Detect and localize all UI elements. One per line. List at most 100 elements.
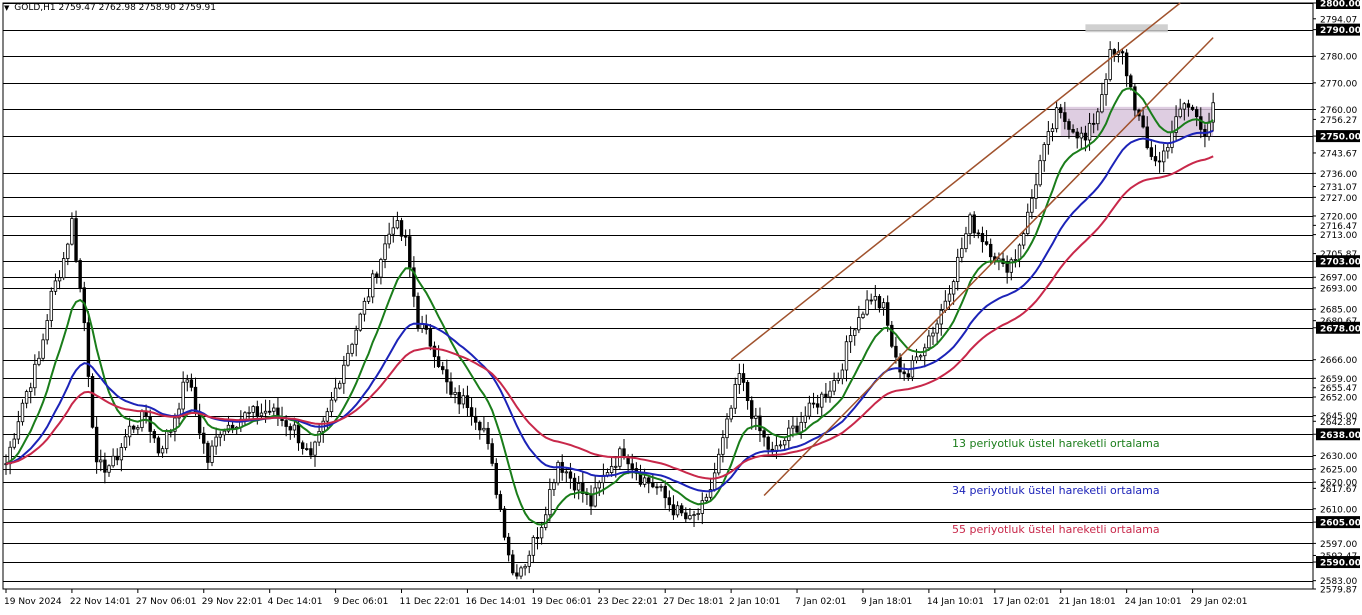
candle-body: [725, 418, 729, 439]
candle: [618, 446, 622, 470]
candle-body: [1038, 160, 1042, 186]
candle-body: [647, 477, 651, 484]
candle-body: [807, 402, 812, 417]
candle-body: [160, 448, 165, 454]
candle-body: [865, 299, 869, 315]
candle-body: [782, 440, 787, 446]
candle-body: [914, 356, 919, 361]
candle-body: [564, 471, 569, 474]
candle-body: [206, 442, 210, 463]
candle-body: [976, 232, 981, 235]
candle-body: [86, 322, 91, 377]
price-tick-label: 2750.00: [1320, 133, 1361, 143]
candle-body: [156, 437, 161, 454]
candle-body: [951, 281, 956, 295]
price-tick-label: 2703.00: [1320, 258, 1361, 268]
candle-body: [428, 329, 433, 347]
candle-body: [107, 465, 111, 473]
candle-body: [408, 236, 412, 269]
candle-body: [1194, 109, 1199, 118]
candle-body: [1153, 156, 1158, 162]
candle-body: [861, 313, 865, 318]
price-tick-label: 2610.00: [1320, 505, 1357, 515]
candle-body: [354, 329, 358, 345]
candle-body: [123, 436, 128, 448]
candle-body: [1063, 112, 1067, 122]
time-tick-label: 29 Nov 22:01: [202, 597, 263, 607]
candle-body: [1079, 132, 1084, 139]
candle-body: [737, 373, 742, 385]
price-tick-label: 2666.00: [1320, 356, 1357, 366]
candle-body: [931, 332, 935, 337]
candle-body: [1059, 107, 1063, 114]
candle-body: [247, 411, 251, 414]
candle-body: [379, 259, 383, 278]
candle-body: [61, 258, 66, 279]
candle-body: [189, 379, 194, 388]
candle-body: [721, 437, 725, 455]
candle-body: [523, 565, 527, 569]
time-tick-label: 23 Dec 22:01: [597, 597, 658, 607]
dropdown-triangle-icon[interactable]: ▼: [4, 4, 9, 12]
candle-body: [795, 425, 799, 433]
candle-body: [609, 466, 614, 473]
candle-body: [383, 243, 387, 260]
candle-body: [1013, 259, 1018, 261]
price-tick-label: 2770.00: [1320, 79, 1357, 89]
candle-body: [511, 554, 515, 574]
candle-body: [622, 448, 626, 458]
candle-body: [478, 421, 482, 431]
candle-body: [506, 536, 511, 556]
candle-body: [1182, 103, 1187, 110]
candle-body: [1112, 49, 1116, 55]
candle-body: [1046, 131, 1051, 145]
price-chart: 13 periyotluk üstel hareketli ortalama 34…: [2, 0, 1361, 607]
candle-body: [519, 567, 523, 577]
candle-body: [366, 296, 371, 302]
candle-body: [342, 364, 346, 384]
candle-body: [449, 381, 453, 395]
candle-body: [692, 514, 696, 517]
candle: [494, 458, 498, 499]
candle-body: [465, 395, 470, 409]
candle-body: [284, 420, 288, 427]
candle-body: [403, 235, 408, 238]
legend-label: 13 periyotluk üstel hareketli ortalama: [952, 437, 1160, 450]
candle-body: [346, 352, 350, 366]
candle-body: [712, 472, 717, 490]
time-tick-label: 27 Dec 18:01: [663, 597, 724, 607]
candle-body: [651, 482, 655, 488]
candle-body: [848, 335, 853, 343]
candle-body: [844, 341, 849, 371]
time-tick-label: 2 Jan 10:01: [729, 597, 780, 607]
time-tick-label: 27 Nov 06:01: [136, 597, 197, 607]
candle-body: [717, 453, 721, 474]
candle-body: [972, 214, 976, 234]
candle-body: [642, 477, 647, 485]
candle-body: [296, 424, 301, 444]
candle-body: [750, 400, 754, 419]
candle-body: [778, 444, 783, 447]
candle-body: [791, 425, 795, 429]
candle-body: [313, 441, 317, 456]
candle-body: [927, 335, 931, 349]
candle-body: [473, 415, 478, 423]
candle-body: [490, 443, 494, 464]
candle-body: [1124, 52, 1129, 77]
candle-body: [181, 381, 185, 410]
time-tick-label: 9 Dec 06:01: [334, 597, 389, 607]
candle-body: [799, 421, 803, 433]
candle-body: [1075, 131, 1079, 139]
time-tick-label: 9 Jan 18:01: [861, 597, 912, 607]
candle-body: [548, 489, 552, 516]
candle-body: [399, 220, 404, 237]
plot-frame: [2, 2, 1314, 590]
candle-body: [185, 379, 189, 383]
candle-body: [57, 277, 62, 282]
candle-body: [214, 436, 218, 447]
candle-body: [576, 483, 581, 491]
candle-body: [45, 320, 49, 341]
candle-body: [193, 386, 198, 413]
candle: [502, 505, 507, 541]
candle-body: [869, 299, 873, 302]
